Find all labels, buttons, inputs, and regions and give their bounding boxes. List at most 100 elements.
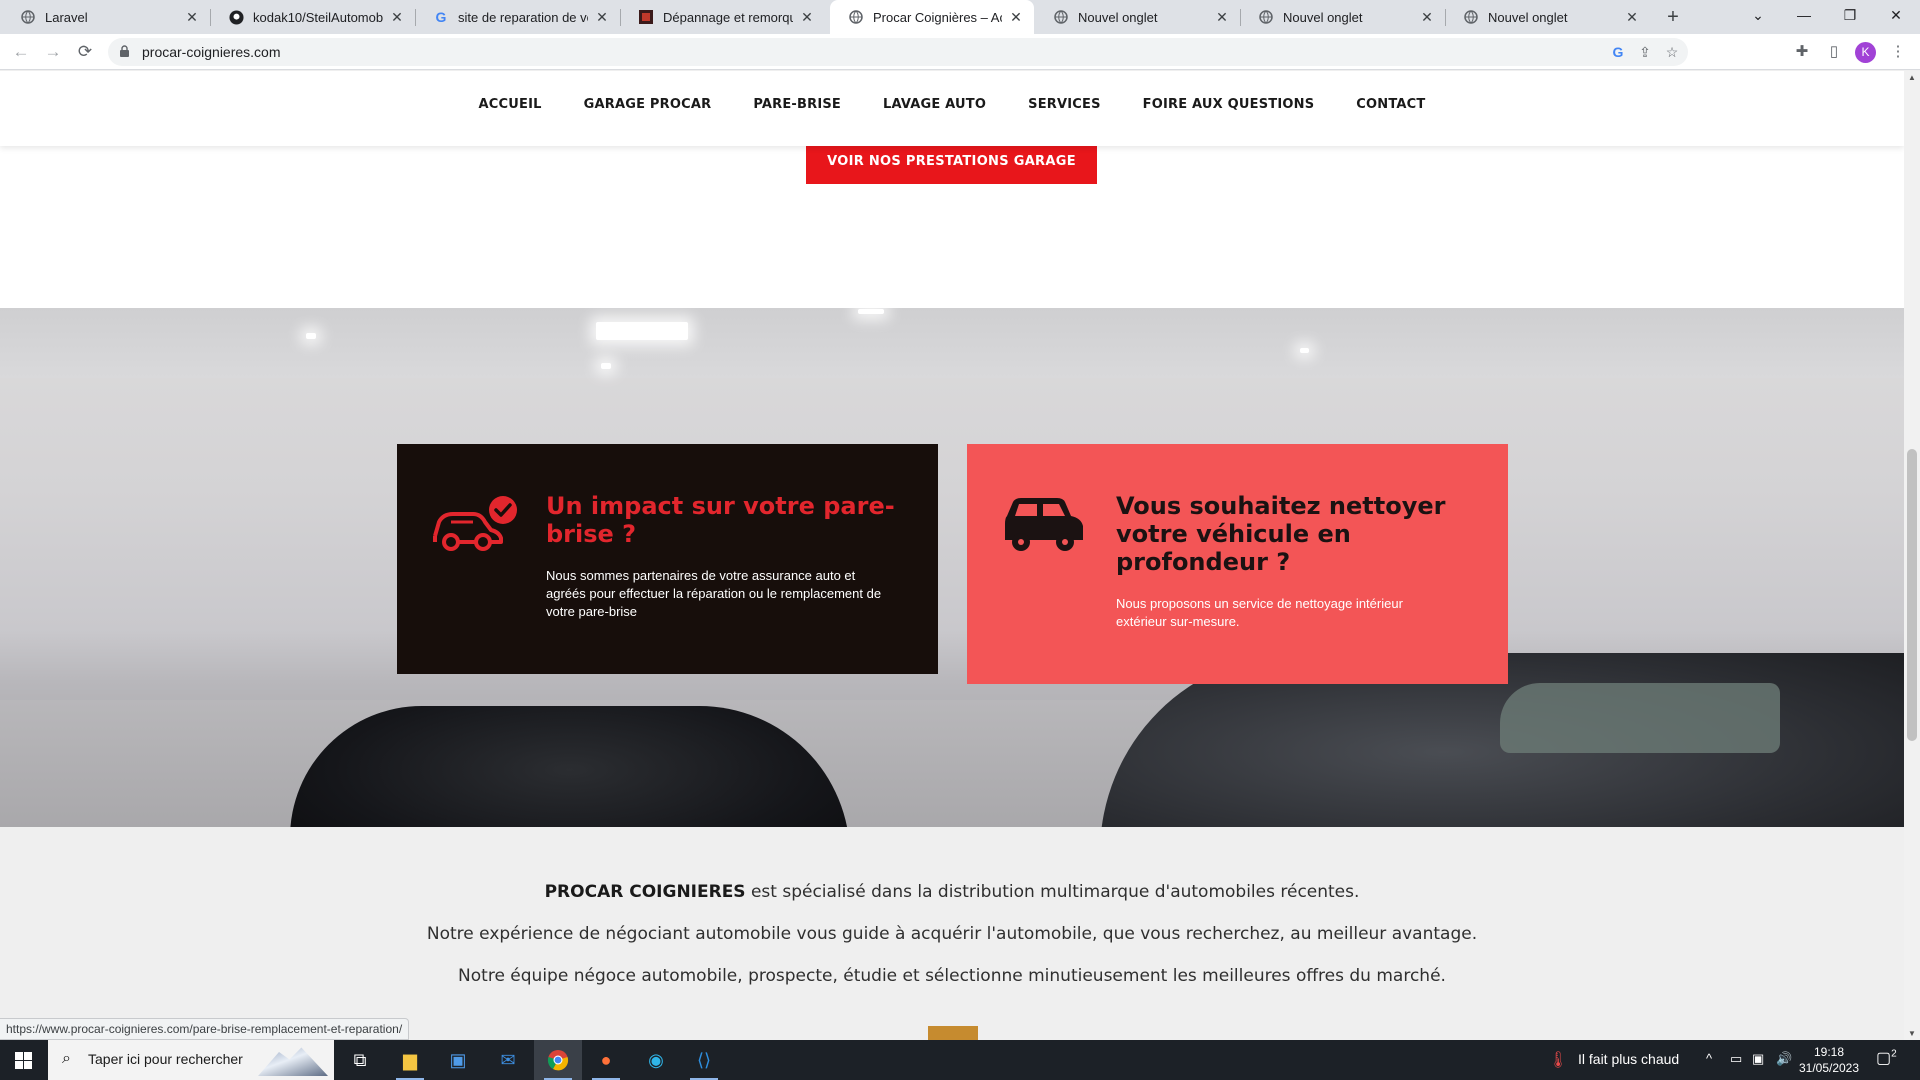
menu-item-garage-procar[interactable]: GARAGE PROCAR bbox=[584, 97, 712, 112]
pare-brise-card[interactable]: Un impact sur votre pare-brise ? Nous so… bbox=[397, 444, 938, 674]
firefox-icon[interactable]: ● bbox=[582, 1040, 630, 1080]
intro-line-2: Notre expérience de négociant automobile… bbox=[426, 924, 1478, 944]
intro-section: PROCAR COIGNIERES est spécialisé dans la… bbox=[0, 827, 1904, 1040]
tab-strip: Laravel ✕ kodak10/SteilAutomobile ✕ G si… bbox=[0, 0, 1920, 34]
site-icon bbox=[638, 9, 654, 25]
ceiling-light bbox=[858, 309, 884, 314]
tab-title: Laravel bbox=[45, 9, 88, 25]
mail-icon[interactable]: ✉ bbox=[484, 1040, 532, 1080]
meet-icon[interactable]: ▭ bbox=[1730, 1051, 1742, 1067]
page-scrollbar[interactable]: ▲ ▼ bbox=[1904, 71, 1920, 1040]
task-view-icon[interactable]: ⧉ bbox=[336, 1040, 384, 1080]
tray-overflow-icon[interactable]: ^ bbox=[1706, 1051, 1712, 1066]
globe-icon bbox=[1258, 9, 1274, 25]
globe-icon bbox=[20, 9, 36, 25]
close-tab-icon[interactable]: ✕ bbox=[1419, 9, 1435, 26]
browser-tab[interactable]: Nouvel onglet ✕ bbox=[1035, 0, 1240, 34]
globe-icon bbox=[1053, 9, 1069, 25]
main-menu: ACCUEIL GARAGE PROCAR PARE-BRISE LAVAGE … bbox=[0, 71, 1904, 112]
network-icon[interactable]: ▣ bbox=[1752, 1051, 1764, 1067]
nettoyage-title: Vous souhaitez nettoyer votre véhicule e… bbox=[1116, 492, 1446, 576]
windows-start-icon[interactable] bbox=[0, 1040, 48, 1080]
tab-title: Nouvel onglet bbox=[1488, 9, 1568, 25]
car-windshield bbox=[1500, 683, 1780, 753]
brand-name: PROCAR COIGNIERES bbox=[544, 882, 746, 902]
google-icon: G bbox=[435, 9, 447, 25]
tab-title: Dépannage et remorquage bbox=[663, 9, 793, 25]
browser-tab[interactable]: Laravel ✕ bbox=[2, 0, 210, 34]
browser-tab-active[interactable]: Procar Coignières – Achat ✕ bbox=[830, 0, 1034, 34]
restore-button[interactable]: ❐ bbox=[1827, 0, 1873, 34]
browser-toolbar: ← → ⟳ procar-coignieres.com G ⇪ ☆ ✚ ▯ K … bbox=[0, 34, 1920, 70]
scroll-down-arrow-icon[interactable]: ▼ bbox=[1904, 1029, 1920, 1038]
site-navigation: ACCUEIL GARAGE PROCAR PARE-BRISE LAVAGE … bbox=[0, 71, 1904, 146]
weather-text[interactable]: Il fait plus chaud bbox=[1578, 1051, 1679, 1067]
clock-time: 19:18 bbox=[1813, 1045, 1845, 1059]
browser-tab[interactable]: Dépannage et remorquage ✕ bbox=[620, 0, 825, 34]
forward-button[interactable]: → bbox=[41, 40, 65, 64]
menu-item-pare-brise[interactable]: PARE-BRISE bbox=[753, 97, 841, 112]
address-bar[interactable]: procar-coignieres.com G ⇪ ☆ bbox=[108, 38, 1688, 66]
share-icon[interactable]: ⇪ bbox=[1635, 42, 1655, 62]
browser-tab[interactable]: G site de reparation de vehic ✕ bbox=[415, 0, 620, 34]
menu-item-contact[interactable]: CONTACT bbox=[1356, 97, 1425, 112]
scroll-up-arrow-icon[interactable]: ▲ bbox=[1904, 73, 1920, 82]
back-button[interactable]: ← bbox=[9, 40, 33, 64]
browser-tab[interactable]: Nouvel onglet ✕ bbox=[1445, 0, 1650, 34]
bookmark-star-icon[interactable]: ☆ bbox=[1662, 42, 1682, 62]
close-tab-icon[interactable]: ✕ bbox=[1008, 9, 1024, 26]
browser-tab[interactable]: kodak10/SteilAutomobile ✕ bbox=[210, 0, 415, 34]
pare-brise-title: Un impact sur votre pare-brise ? bbox=[546, 492, 895, 548]
github-icon bbox=[228, 9, 244, 25]
close-tab-icon[interactable]: ✕ bbox=[799, 9, 815, 26]
google-lens-icon[interactable]: G bbox=[1608, 42, 1628, 62]
menu-item-services[interactable]: SERVICES bbox=[1028, 97, 1101, 112]
weather-thermometer-icon: 🌡 bbox=[1548, 1052, 1569, 1069]
taskbar-clock[interactable]: 19:18 31/05/2023 bbox=[1798, 1044, 1860, 1076]
pare-brise-text: Nous sommes partenaires de votre assuran… bbox=[546, 568, 882, 619]
lock-icon[interactable] bbox=[120, 45, 129, 57]
globe-icon bbox=[848, 9, 864, 25]
search-highlight-image bbox=[258, 1047, 328, 1076]
windows-taskbar: ⌕ Taper ici pour rechercher ⧉ ▆ ▣ ✉ ● ◉ … bbox=[0, 1040, 1920, 1080]
profile-avatar[interactable]: K bbox=[1855, 42, 1876, 63]
intro-line-3: Notre équipe négoce automobile, prospect… bbox=[458, 966, 1446, 986]
tab-search-button[interactable]: ⌄ bbox=[1735, 0, 1781, 34]
microsoft-store-icon[interactable]: ▣ bbox=[434, 1040, 482, 1080]
reload-button[interactable]: ⟳ bbox=[73, 40, 97, 64]
vscode-icon[interactable]: ⟨⟩ bbox=[680, 1040, 728, 1080]
hero-car-left bbox=[290, 706, 850, 827]
page-viewport: ACCUEIL GARAGE PROCAR PARE-BRISE LAVAGE … bbox=[0, 71, 1904, 1040]
nettoyage-card[interactable]: Vous souhaitez nettoyer votre véhicule e… bbox=[967, 444, 1508, 684]
chrome-icon[interactable] bbox=[534, 1040, 582, 1080]
tab-title: Procar Coignières – Achat bbox=[873, 9, 1002, 25]
tab-title: Nouvel onglet bbox=[1283, 9, 1363, 25]
minimize-button[interactable]: — bbox=[1781, 0, 1827, 34]
tab-title: Nouvel onglet bbox=[1078, 9, 1158, 25]
taskbar-search[interactable]: ⌕ Taper ici pour rechercher bbox=[48, 1040, 334, 1080]
close-tab-icon[interactable]: ✕ bbox=[1624, 9, 1640, 26]
file-explorer-icon[interactable]: ▆ bbox=[386, 1040, 434, 1080]
close-tab-icon[interactable]: ✕ bbox=[389, 9, 405, 26]
clock-date: 31/05/2023 bbox=[1798, 1061, 1860, 1075]
url-text[interactable]: procar-coignieres.com bbox=[142, 44, 281, 60]
new-tab-button[interactable]: + bbox=[1660, 4, 1686, 30]
volume-icon[interactable]: 🔊 bbox=[1776, 1051, 1792, 1067]
close-tab-icon[interactable]: ✕ bbox=[1214, 9, 1230, 26]
side-panel-icon[interactable]: ▯ bbox=[1822, 40, 1846, 64]
close-window-button[interactable]: ✕ bbox=[1873, 0, 1919, 34]
close-tab-icon[interactable]: ✕ bbox=[594, 9, 610, 26]
scrollbar-thumb[interactable] bbox=[1907, 449, 1917, 741]
menu-item-accueil[interactable]: ACCUEIL bbox=[479, 97, 542, 112]
menu-item-faq[interactable]: FOIRE AUX QUESTIONS bbox=[1143, 97, 1315, 112]
search-icon: ⌕ bbox=[62, 1050, 71, 1067]
edge-icon[interactable]: ◉ bbox=[632, 1040, 680, 1080]
browser-tab[interactable]: Nouvel onglet ✕ bbox=[1240, 0, 1445, 34]
menu-item-lavage-auto[interactable]: LAVAGE AUTO bbox=[883, 97, 986, 112]
notification-center-icon[interactable]: ▢2 bbox=[1876, 1048, 1897, 1068]
menu-kebab-icon[interactable]: ⋮ bbox=[1886, 40, 1910, 64]
section-image-peek bbox=[928, 1026, 978, 1040]
tab-title: kodak10/SteilAutomobile bbox=[253, 9, 383, 25]
extensions-icon[interactable]: ✚ bbox=[1790, 40, 1814, 64]
close-tab-icon[interactable]: ✕ bbox=[184, 9, 200, 26]
